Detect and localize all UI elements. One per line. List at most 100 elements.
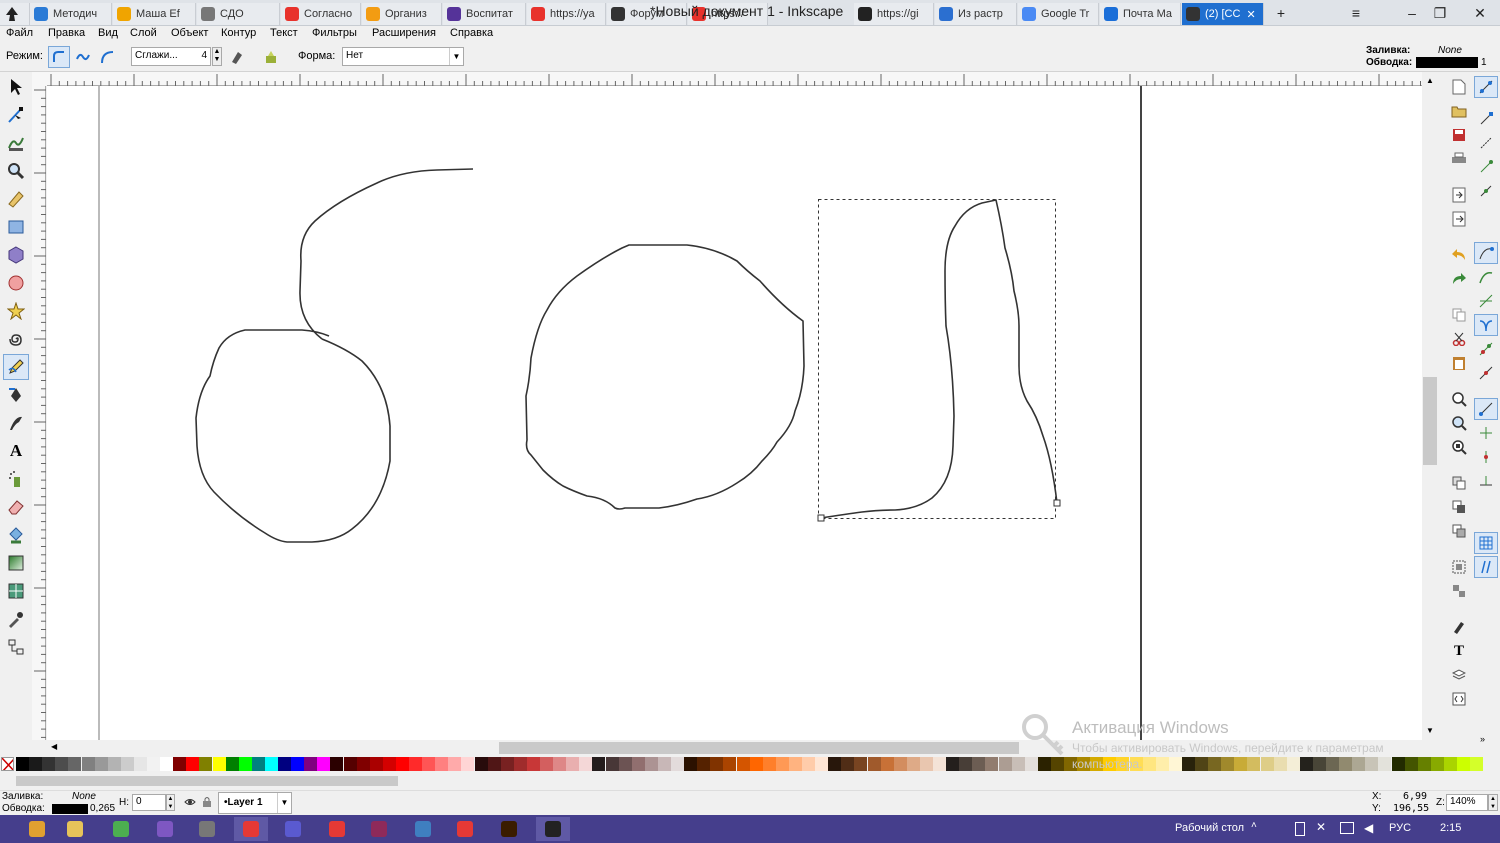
measure-tool-icon[interactable] [3,186,29,212]
browser-tab[interactable]: https://ya [527,3,606,25]
palette-swatch[interactable] [972,757,986,771]
zoom-drawing-icon[interactable] [1450,414,1468,432]
snap-bbox-edge-icon[interactable] [1474,132,1498,154]
ellipse-tool-icon[interactable] [3,270,29,296]
palette-swatch[interactable] [579,757,593,771]
palette-swatch[interactable] [919,757,933,771]
pressure-icon[interactable] [226,46,248,68]
hamburger-menu-icon[interactable]: ≡ [1342,2,1370,24]
palette-swatch[interactable] [369,757,383,771]
layer-select[interactable]: •Layer 1 ▼ [218,792,292,814]
horizontal-scroll-thumb[interactable] [499,742,1019,754]
status-stroke-swatch[interactable] [52,804,88,814]
snap-grid-icon[interactable] [1474,556,1498,578]
redo-icon[interactable] [1450,270,1468,288]
palette-swatch[interactable] [736,757,750,771]
snap-others-icon[interactable] [1474,398,1498,420]
pen-tool-icon[interactable] [3,382,29,408]
snap-bbox-icon[interactable] [1474,108,1498,130]
snap-rotation-center-icon[interactable] [1474,446,1498,468]
palette-swatch[interactable] [343,757,357,771]
tray-chevron-up-icon[interactable]: ˄ [1251,820,1257,831]
palette-scrollbar[interactable] [0,773,1500,790]
copy-icon[interactable] [1450,306,1468,324]
group-icon[interactable] [1450,558,1468,576]
snap-paths-icon[interactable] [1474,266,1498,288]
palette-swatch[interactable] [933,757,946,771]
palette-swatch[interactable] [684,757,698,771]
palette-swatch[interactable] [94,757,108,771]
menu-item[interactable]: Файл [6,27,33,39]
palette-swatch[interactable] [841,757,855,771]
layer-lock-icon[interactable] [202,796,212,811]
fill-stroke-dialog-icon[interactable] [1450,618,1468,636]
horizontal-ruler[interactable] [47,72,1422,86]
clock[interactable]: 2:15 [1440,822,1461,834]
palette-swatch[interactable] [422,757,436,771]
maximize-button[interactable]: ❐ [1426,2,1454,24]
palette-swatch[interactable] [474,757,488,771]
palette-swatch[interactable] [264,757,278,771]
palette-swatch[interactable] [500,757,514,771]
palette-swatch[interactable] [251,757,265,771]
star-tool-icon[interactable] [3,298,29,324]
palette-swatch[interactable] [985,757,999,771]
snap-center-icon[interactable] [1474,422,1498,444]
input-language[interactable]: РУС [1389,822,1411,834]
palette-swatch[interactable] [710,757,724,771]
palette-swatch[interactable] [81,757,95,771]
palette-swatch[interactable] [160,757,174,771]
palette-swatch[interactable] [592,757,606,771]
menu-item[interactable]: Текст [270,27,298,39]
zoom-selection-icon[interactable] [1450,390,1468,408]
palette-swatch[interactable] [461,757,475,771]
drawn-path-letter-d[interactable] [820,199,1058,519]
menu-item[interactable]: Справка [450,27,493,39]
palette-swatch[interactable] [854,757,868,771]
import-icon[interactable] [1450,186,1468,204]
zoom-tool-icon[interactable] [3,158,29,184]
palette-swatch[interactable] [1011,757,1025,771]
clone-icon[interactable] [1450,498,1468,516]
unlink-clone-icon[interactable] [1450,522,1468,540]
snap-toggle-icon[interactable] [1474,76,1498,98]
palette-swatch[interactable] [959,757,973,771]
snap-nodes-icon[interactable] [1474,242,1498,264]
menu-item[interactable]: Расширения [372,27,436,39]
desktop-toolbar-label[interactable]: Рабочий стол [1175,822,1244,834]
palette-swatch[interactable] [1024,757,1038,771]
cut-icon[interactable] [1450,330,1468,348]
browser-tab[interactable]: Почта Ма [1100,3,1181,25]
browser-tab[interactable]: Организ [362,3,442,25]
palette-swatch[interactable] [553,757,567,771]
bucket-tool-icon[interactable] [3,522,29,548]
paste-icon[interactable] [1450,354,1468,372]
browser-tab[interactable]: Google Tr [1018,3,1099,25]
palette-swatch[interactable] [68,757,82,771]
drawing-canvas[interactable] [47,86,1422,740]
palette-swatch[interactable] [212,757,226,771]
snap-bbox-midpoint-icon[interactable] [1474,180,1498,202]
explorer-app-button[interactable] [58,817,92,841]
palette-swatch[interactable] [513,757,527,771]
node-tool-icon[interactable] [3,102,29,128]
palette-swatch[interactable] [526,757,540,771]
palette-swatch[interactable] [815,757,829,771]
spray-tool-icon[interactable] [3,466,29,492]
path-end-node[interactable] [1053,499,1061,507]
battery-icon[interactable] [1295,822,1305,836]
palette-swatch[interactable] [382,757,396,771]
fill-indicator-value[interactable]: None [1438,45,1462,56]
palette-swatch[interactable] [893,757,907,771]
palette-swatch[interactable] [749,757,763,771]
smoothing-stepper[interactable]: ▲ ▼ [212,47,222,66]
drawn-path-letter-o[interactable] [525,244,805,510]
palette-swatch[interactable] [120,757,134,771]
paint-bucket-icon[interactable] [260,46,282,68]
palette-swatch[interactable] [671,757,684,771]
browser-tab[interactable]: Из растр [935,3,1017,25]
palette-swatch[interactable] [867,757,881,771]
palette-swatch[interactable] [1470,757,1484,771]
browser-tab[interactable]: (2) [CC ✕ [1182,3,1264,25]
selector-tool-icon[interactable] [3,74,29,100]
